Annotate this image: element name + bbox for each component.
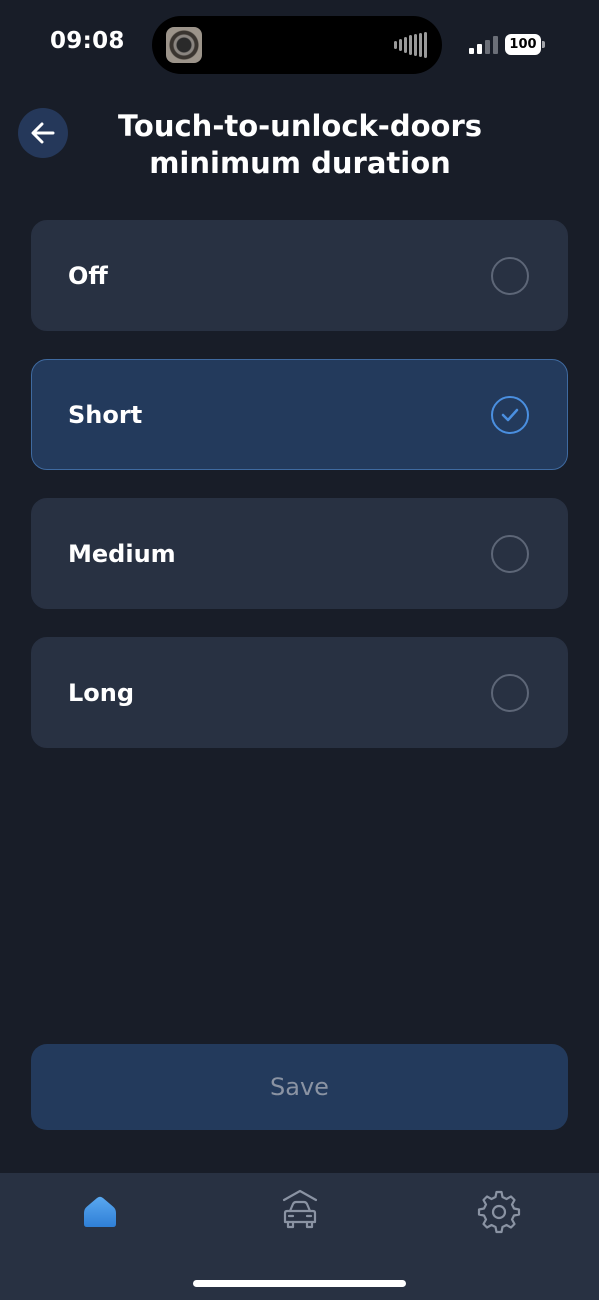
radio-unselected-icon[interactable] [491, 535, 529, 573]
checkmark-icon [501, 408, 519, 422]
screen: 09:08 100 Touch-to-unlock-doors minimum … [0, 0, 599, 1300]
option-label: Long [68, 678, 135, 707]
battery-tip [542, 41, 545, 48]
audio-waveform-icon [394, 32, 427, 58]
save-button[interactable]: Save [31, 1044, 568, 1130]
option-label: Short [68, 400, 143, 429]
nav-home[interactable] [70, 1187, 130, 1237]
radio-unselected-icon[interactable] [491, 257, 529, 295]
option-medium[interactable]: Medium [31, 498, 568, 609]
nav-vehicle[interactable] [270, 1187, 330, 1237]
option-label: Medium [68, 539, 176, 568]
option-long[interactable]: Long [31, 637, 568, 748]
option-short[interactable]: Short [31, 359, 568, 470]
page-title: Touch-to-unlock-doors minimum duration [80, 108, 520, 182]
car-garage-icon [282, 1189, 318, 1229]
home-indicator[interactable] [193, 1280, 406, 1287]
battery-level: 100 [505, 34, 541, 55]
arrow-left-icon [31, 122, 55, 144]
dynamic-island [152, 16, 442, 74]
radio-unselected-icon[interactable] [491, 674, 529, 712]
back-button[interactable] [18, 108, 68, 158]
home-icon [84, 1196, 116, 1227]
page-title-line1: Touch-to-unlock-doors [117, 109, 483, 143]
battery-icon: 100 [505, 34, 545, 55]
status-time: 09:08 [50, 28, 125, 54]
option-label: Off [68, 261, 108, 290]
nav-settings[interactable] [469, 1187, 529, 1237]
option-off[interactable]: Off [31, 220, 568, 331]
cellular-signal-icon [469, 36, 498, 54]
page-title-line2: minimum duration [149, 146, 451, 180]
media-thumbnail [166, 27, 202, 63]
gear-icon [477, 1190, 521, 1234]
radio-selected-icon[interactable] [491, 396, 529, 434]
